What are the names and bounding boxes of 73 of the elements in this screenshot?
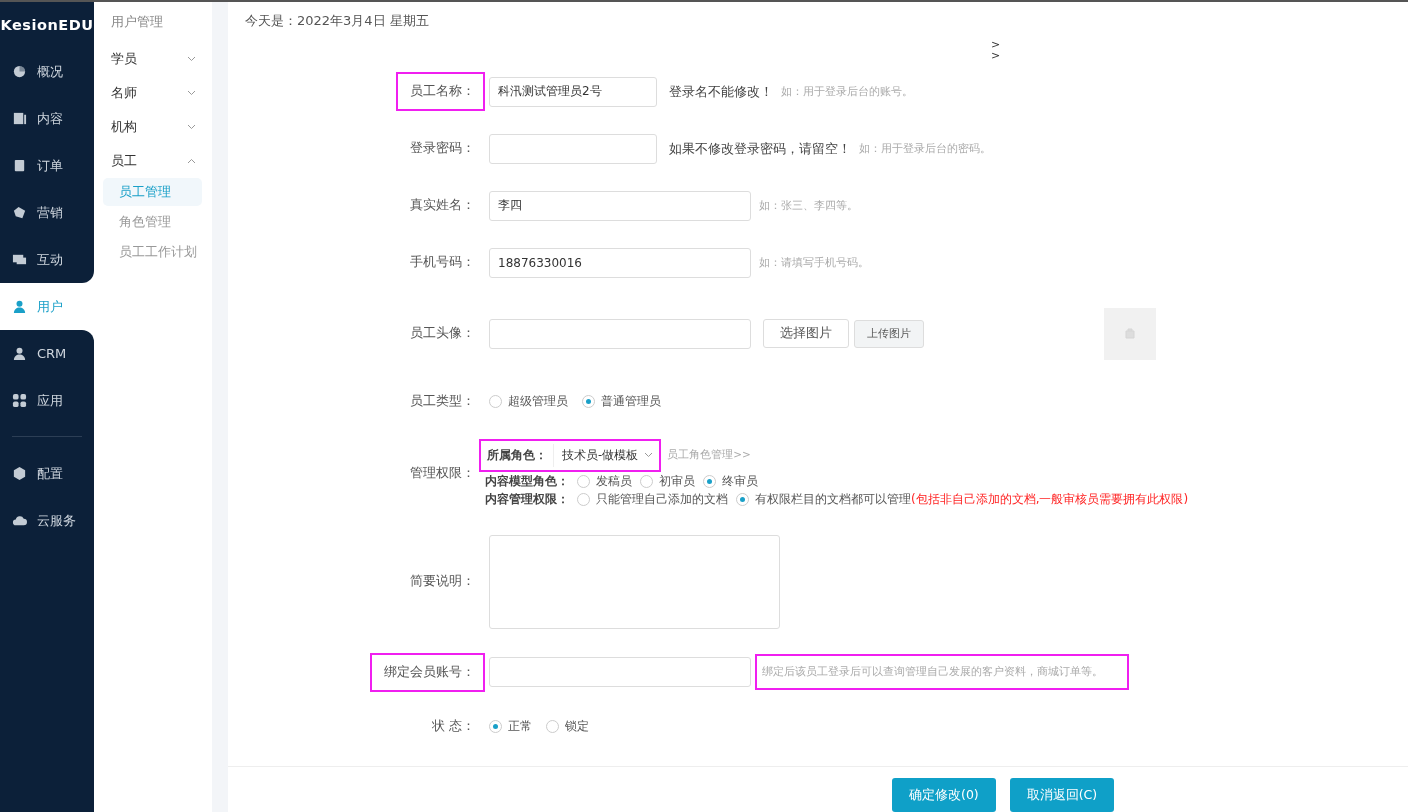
radio-option[interactable]: 发稿员 <box>577 473 632 490</box>
nav-item[interactable]: CRM <box>0 330 94 377</box>
role-select[interactable]: 技术员-做模板 <box>553 444 656 467</box>
image-placeholder-icon <box>1125 328 1135 340</box>
field-label: 状 态： <box>431 716 476 735</box>
permission-label: 内容模型角色： <box>485 473 569 490</box>
chevron-down-icon <box>644 452 654 459</box>
brand-logo: KesionEDU <box>0 2 94 48</box>
text-field[interactable]: 科汛测试管理员2号 <box>489 76 657 107</box>
field-label: 员工名称： <box>396 72 485 112</box>
field-label: 真实姓名： <box>409 196 476 215</box>
radio-option[interactable]: 初审员 <box>640 473 695 490</box>
field-hint: 绑定后该员工登录后可以查询管理自己发展的客户资料，商城订单等。 <box>755 654 1129 691</box>
nav-item[interactable]: 订单 <box>0 142 94 189</box>
menu-group[interactable]: 机构 <box>103 110 202 144</box>
radio-option[interactable]: 终审员 <box>703 473 758 490</box>
radio-option[interactable]: 有权限栏目的文档都可以管理 <box>736 491 911 508</box>
text-field[interactable] <box>489 657 751 688</box>
field-hint: 如：用于登录后台的账号。 <box>781 84 913 99</box>
hexagon-icon <box>12 466 27 481</box>
chevron-down-icon <box>187 90 196 96</box>
menu-group[interactable]: 学员 <box>103 42 202 76</box>
tag-icon <box>12 205 27 220</box>
arrow-text: > <box>991 39 1001 51</box>
pie-chart-icon <box>12 64 27 79</box>
field-note: 登录名不能修改！ <box>669 82 773 101</box>
radio-option[interactable]: 锁定 <box>546 717 589 735</box>
nav-item[interactable]: 应用 <box>0 377 94 424</box>
upload-image-button[interactable]: 上传图片 <box>854 319 924 348</box>
image-path-field[interactable] <box>489 318 751 349</box>
field-label: 管理权限： <box>409 464 476 482</box>
document-icon <box>12 111 27 126</box>
nav-item[interactable]: 云服务 <box>0 497 94 544</box>
clipboard-icon <box>12 158 27 173</box>
person-icon <box>12 346 27 361</box>
field-label: 绑定会员账号： <box>370 652 485 692</box>
permission-warning: (包括非自己添加的文档,一般审核员需要拥有此权限) <box>911 491 1189 508</box>
menu-group[interactable]: 员工 <box>103 144 202 178</box>
field-label: 手机号码： <box>409 253 476 272</box>
section-title: 用户管理 <box>110 13 164 31</box>
description-field[interactable] <box>489 534 780 629</box>
role-label: 所属角色： <box>487 447 547 464</box>
radio-option[interactable]: 超级管理员 <box>489 393 568 411</box>
chevron-up-icon <box>187 158 196 164</box>
cloud-icon <box>12 513 27 528</box>
arrow-text: > <box>991 50 1001 62</box>
nav-item[interactable]: 配置 <box>0 450 94 497</box>
menu-group[interactable]: 名师 <box>103 76 202 110</box>
field-label: 员工类型： <box>409 392 476 411</box>
permission-label: 内容管理权限： <box>485 491 569 508</box>
text-field[interactable]: 18876330016 <box>489 247 751 278</box>
radio-option[interactable]: 只能管理自己添加的文档 <box>577 491 728 508</box>
choose-image-button[interactable]: 选择图片 <box>763 319 849 349</box>
text-field[interactable]: 李四 <box>489 190 751 221</box>
grid-icon <box>12 393 27 408</box>
nav-item[interactable]: 内容 <box>0 95 94 142</box>
field-label: 简要说明： <box>409 572 476 591</box>
chevron-down-icon <box>187 56 196 62</box>
field-note: 如果不修改登录密码，请留空！ <box>669 139 851 158</box>
date-text: 今天是：2022年3月4日 星期五 <box>245 11 429 30</box>
field-label: 员工头像： <box>409 324 476 343</box>
nav-item[interactable]: 互动 <box>0 236 94 283</box>
field-hint: 如：用于登录后台的密码。 <box>859 141 991 156</box>
text-field[interactable] <box>489 133 657 164</box>
user-icon <box>12 299 27 314</box>
field-hint: 如：请填写手机号码。 <box>759 255 869 270</box>
chat-icon <box>12 252 27 267</box>
chevron-down-icon <box>187 124 196 130</box>
radio-option[interactable]: 普通管理员 <box>582 393 661 411</box>
radio-option[interactable]: 正常 <box>489 717 532 735</box>
nav-item[interactable]: 概况 <box>0 48 94 95</box>
nav-item[interactable]: 营销 <box>0 189 94 236</box>
field-label: 登录密码： <box>409 139 476 158</box>
